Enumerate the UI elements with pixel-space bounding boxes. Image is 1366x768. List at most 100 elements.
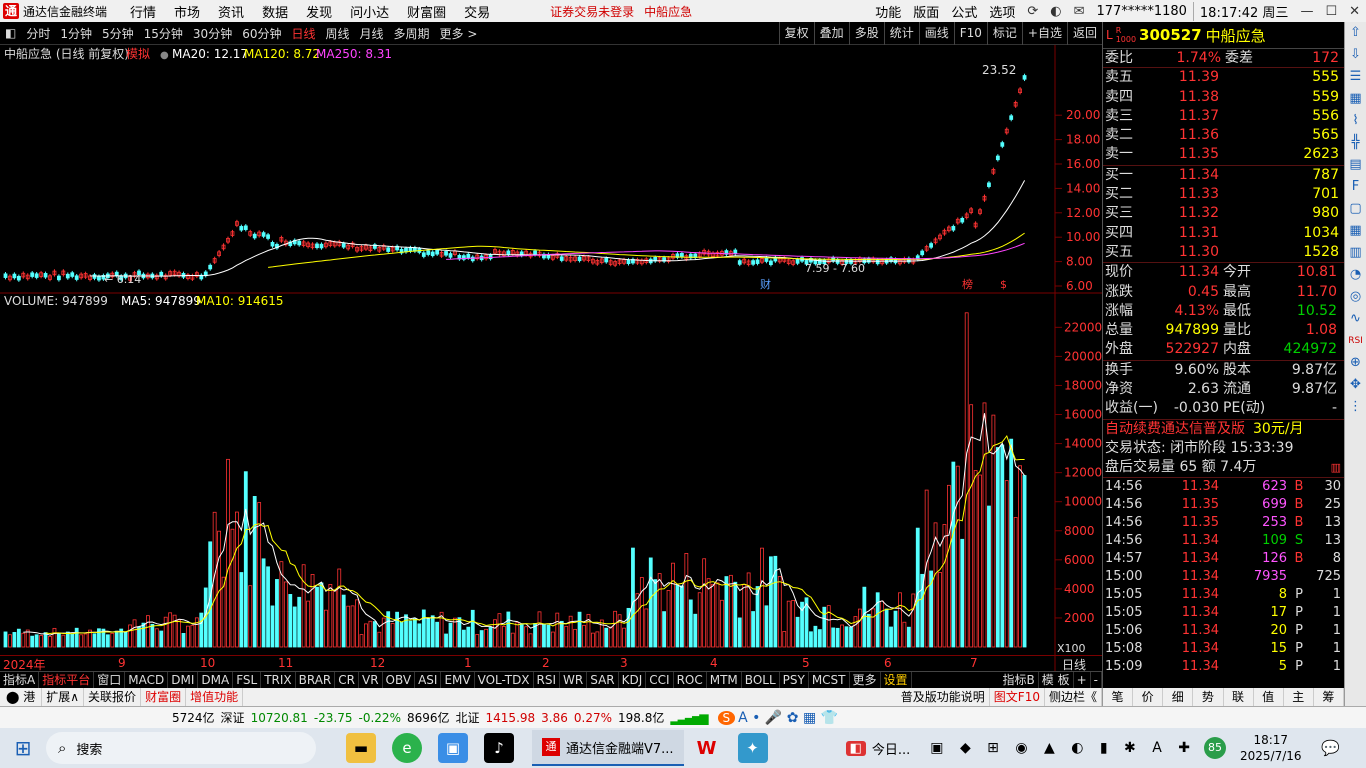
tray-badge[interactable]: 85 [1203, 737, 1226, 759]
menu-caifuquan[interactable]: 财富圈 [398, 2, 455, 21]
period-5min[interactable]: 5分钟 [97, 25, 139, 42]
stats-button[interactable]: 统计 [883, 22, 919, 45]
chart-icon[interactable]: ▥ [1331, 458, 1344, 476]
indicator-tab[interactable]: 更多 [850, 672, 881, 688]
indicator-tab[interactable]: BRAR [296, 672, 336, 688]
refresh-icon[interactable]: ⟳ [1021, 4, 1044, 19]
dollar-event-icon[interactable]: $ [1000, 278, 1007, 291]
zoom-icon[interactable]: ⊕ [1345, 352, 1366, 374]
circle-icon[interactable]: ◎ [1345, 286, 1366, 308]
kline-volume-svg[interactable]: 20.00 18.00 16.00 14.00 12.00 10.00 8.00 6.00 2… [0, 45, 1102, 671]
close-icon[interactable]: ✕ [1343, 4, 1366, 19]
quote-tab[interactable]: 联 [1224, 688, 1254, 706]
menu-shuju[interactable]: 数据 [253, 2, 297, 21]
trend-icon[interactable]: ⌇ [1345, 110, 1366, 132]
basic-edition-help-link[interactable]: 普及版功能说明 [897, 688, 990, 706]
bars-icon[interactable]: ▤ [1345, 154, 1366, 176]
skin-icon[interactable]: ◐ [1044, 4, 1067, 19]
menu-hangqing[interactable]: 行情 [121, 2, 165, 21]
indicator-tab[interactable]: 窗口 [94, 672, 126, 688]
taskbar-search[interactable]: ⌕ 搜索 [46, 732, 316, 764]
mark-button[interactable]: 标记 [986, 22, 1022, 45]
indicator-tab[interactable]: CR [335, 672, 359, 688]
promo-price[interactable]: 30元/月 [1245, 420, 1304, 439]
quote-tab[interactable]: 主 [1284, 688, 1314, 706]
indicator-tab[interactable]: 设置 [881, 672, 912, 688]
period-30min[interactable]: 30分钟 [188, 25, 237, 42]
indicator-right-tab[interactable]: + [1074, 672, 1091, 688]
indicator-tab[interactable]: BOLL [742, 672, 780, 688]
indicator-tab[interactable]: EMV [441, 672, 475, 688]
period-daily[interactable]: 日线 [286, 25, 320, 42]
indicator-tab[interactable]: SAR [587, 672, 619, 688]
menu-wenxiaoda[interactable]: 问小达 [341, 2, 398, 21]
doc-icon[interactable]: ▢ [1345, 198, 1366, 220]
ime-icon[interactable]: S [717, 710, 736, 725]
period-weekly[interactable]: 周线 [321, 25, 355, 42]
book-row[interactable]: 买四 11.31 1034 [1103, 224, 1344, 243]
user-account[interactable]: 177*****1180 [1091, 4, 1193, 19]
emergency-stock-link[interactable]: 中船应急 [639, 3, 697, 20]
draw-button[interactable]: 画线 [918, 22, 954, 45]
indicator-tab[interactable]: DMA [198, 672, 234, 688]
indicator-tab[interactable]: WR [560, 672, 588, 688]
browser-icon[interactable]: e [392, 733, 422, 763]
book-row[interactable]: 卖一 11.35 2623 [1103, 145, 1344, 164]
settings-dot-icon[interactable]: ● [160, 50, 169, 61]
promo-text[interactable]: 自动续费通达信普及版 [1103, 420, 1245, 439]
kline-icon[interactable]: ╬ [1345, 132, 1366, 154]
indicator-tab[interactable]: 指标A [0, 672, 40, 688]
dragon-list-event-icon[interactable]: 榜 [962, 277, 973, 291]
f10-icon[interactable]: F [1345, 176, 1366, 198]
indicator-tab[interactable]: CCI [646, 672, 674, 688]
indicator-tab[interactable]: PSY [780, 672, 809, 688]
quote-tab[interactable]: 细 [1163, 688, 1194, 706]
move-icon[interactable]: ✥ [1345, 374, 1366, 396]
indicator-tab[interactable]: MTM [707, 672, 742, 688]
value-added-tab[interactable]: 增值功能 [186, 688, 244, 706]
quote-tab[interactable]: 价 [1133, 688, 1164, 706]
period-60min[interactable]: 60分钟 [237, 25, 286, 42]
maximize-icon[interactable]: ☐ [1319, 4, 1343, 19]
indicator-tab[interactable]: RSI [534, 672, 561, 688]
book-row[interactable]: 买三 11.32 980 [1103, 204, 1344, 223]
indicator-tab[interactable]: FSL [233, 672, 262, 688]
menu-zixun[interactable]: 资讯 [209, 2, 253, 21]
tray-icons[interactable]: ▣ ◆ ⊞ ◉ ▲ ◐ ▮ ✱ A ✚ [930, 740, 1196, 756]
back-button[interactable]: 返回 [1066, 22, 1102, 45]
indicator-tab[interactable]: 指标平台 [39, 672, 95, 688]
mail-icon[interactable]: ✉ [1068, 4, 1091, 19]
fuquan-button[interactable]: 复权 [778, 22, 814, 45]
colorful-app-icon[interactable]: ✦ [737, 733, 768, 763]
overlay-button[interactable]: 叠加 [813, 22, 849, 45]
menu-gongneng[interactable]: 功能 [869, 2, 907, 21]
promo-row[interactable]: 自动续费通达信普及版 30元/月 [1103, 420, 1344, 439]
related-quote-tab[interactable]: 关联报价 [84, 688, 142, 706]
indicator-tab[interactable]: ASI [415, 672, 442, 688]
minimize-icon[interactable]: — [1294, 4, 1319, 19]
indicator-tab[interactable]: ROC [674, 672, 707, 688]
more-icon[interactable]: ⋮ [1345, 396, 1366, 418]
multi-stock-button[interactable]: 多股 [848, 22, 884, 45]
quote-tab[interactable]: 笔 [1103, 688, 1134, 706]
wps-icon[interactable]: W [692, 733, 722, 763]
period-monthly[interactable]: 月线 [355, 25, 389, 42]
taskbar-clock[interactable]: 18:17 2025/7/16 [1240, 732, 1302, 764]
book-row[interactable]: 买二 11.33 701 [1103, 185, 1344, 204]
news-widget[interactable]: ◧ 今日... [845, 739, 910, 758]
indicator-tab[interactable]: TRIX [261, 672, 296, 688]
windows-start-icon[interactable]: ⊞ [8, 733, 38, 763]
sidebar-toggle[interactable]: 侧边栏《 [1045, 688, 1102, 706]
trade-login-warning[interactable]: 证券交易未登录 [545, 3, 639, 20]
menu-faxian[interactable]: 发现 [297, 2, 341, 21]
book-row[interactable]: 卖五 11.39 555 [1103, 68, 1344, 87]
panel-toggle-icon[interactable]: ◧ [0, 26, 21, 40]
indicator-tab[interactable]: VR [359, 672, 383, 688]
list-icon[interactable]: ☰ [1345, 66, 1366, 88]
taskbar-active-app[interactable]: 通 通达信金融端V7... [532, 730, 684, 766]
table-icon[interactable]: ▦ [1345, 220, 1366, 242]
add-watchlist-button[interactable]: +自选 [1021, 22, 1067, 45]
indicator-tab[interactable]: DMI [168, 672, 199, 688]
indicator-right-tab[interactable]: 指标B [1000, 672, 1039, 688]
finance-event-icon[interactable]: 财 [760, 277, 771, 291]
